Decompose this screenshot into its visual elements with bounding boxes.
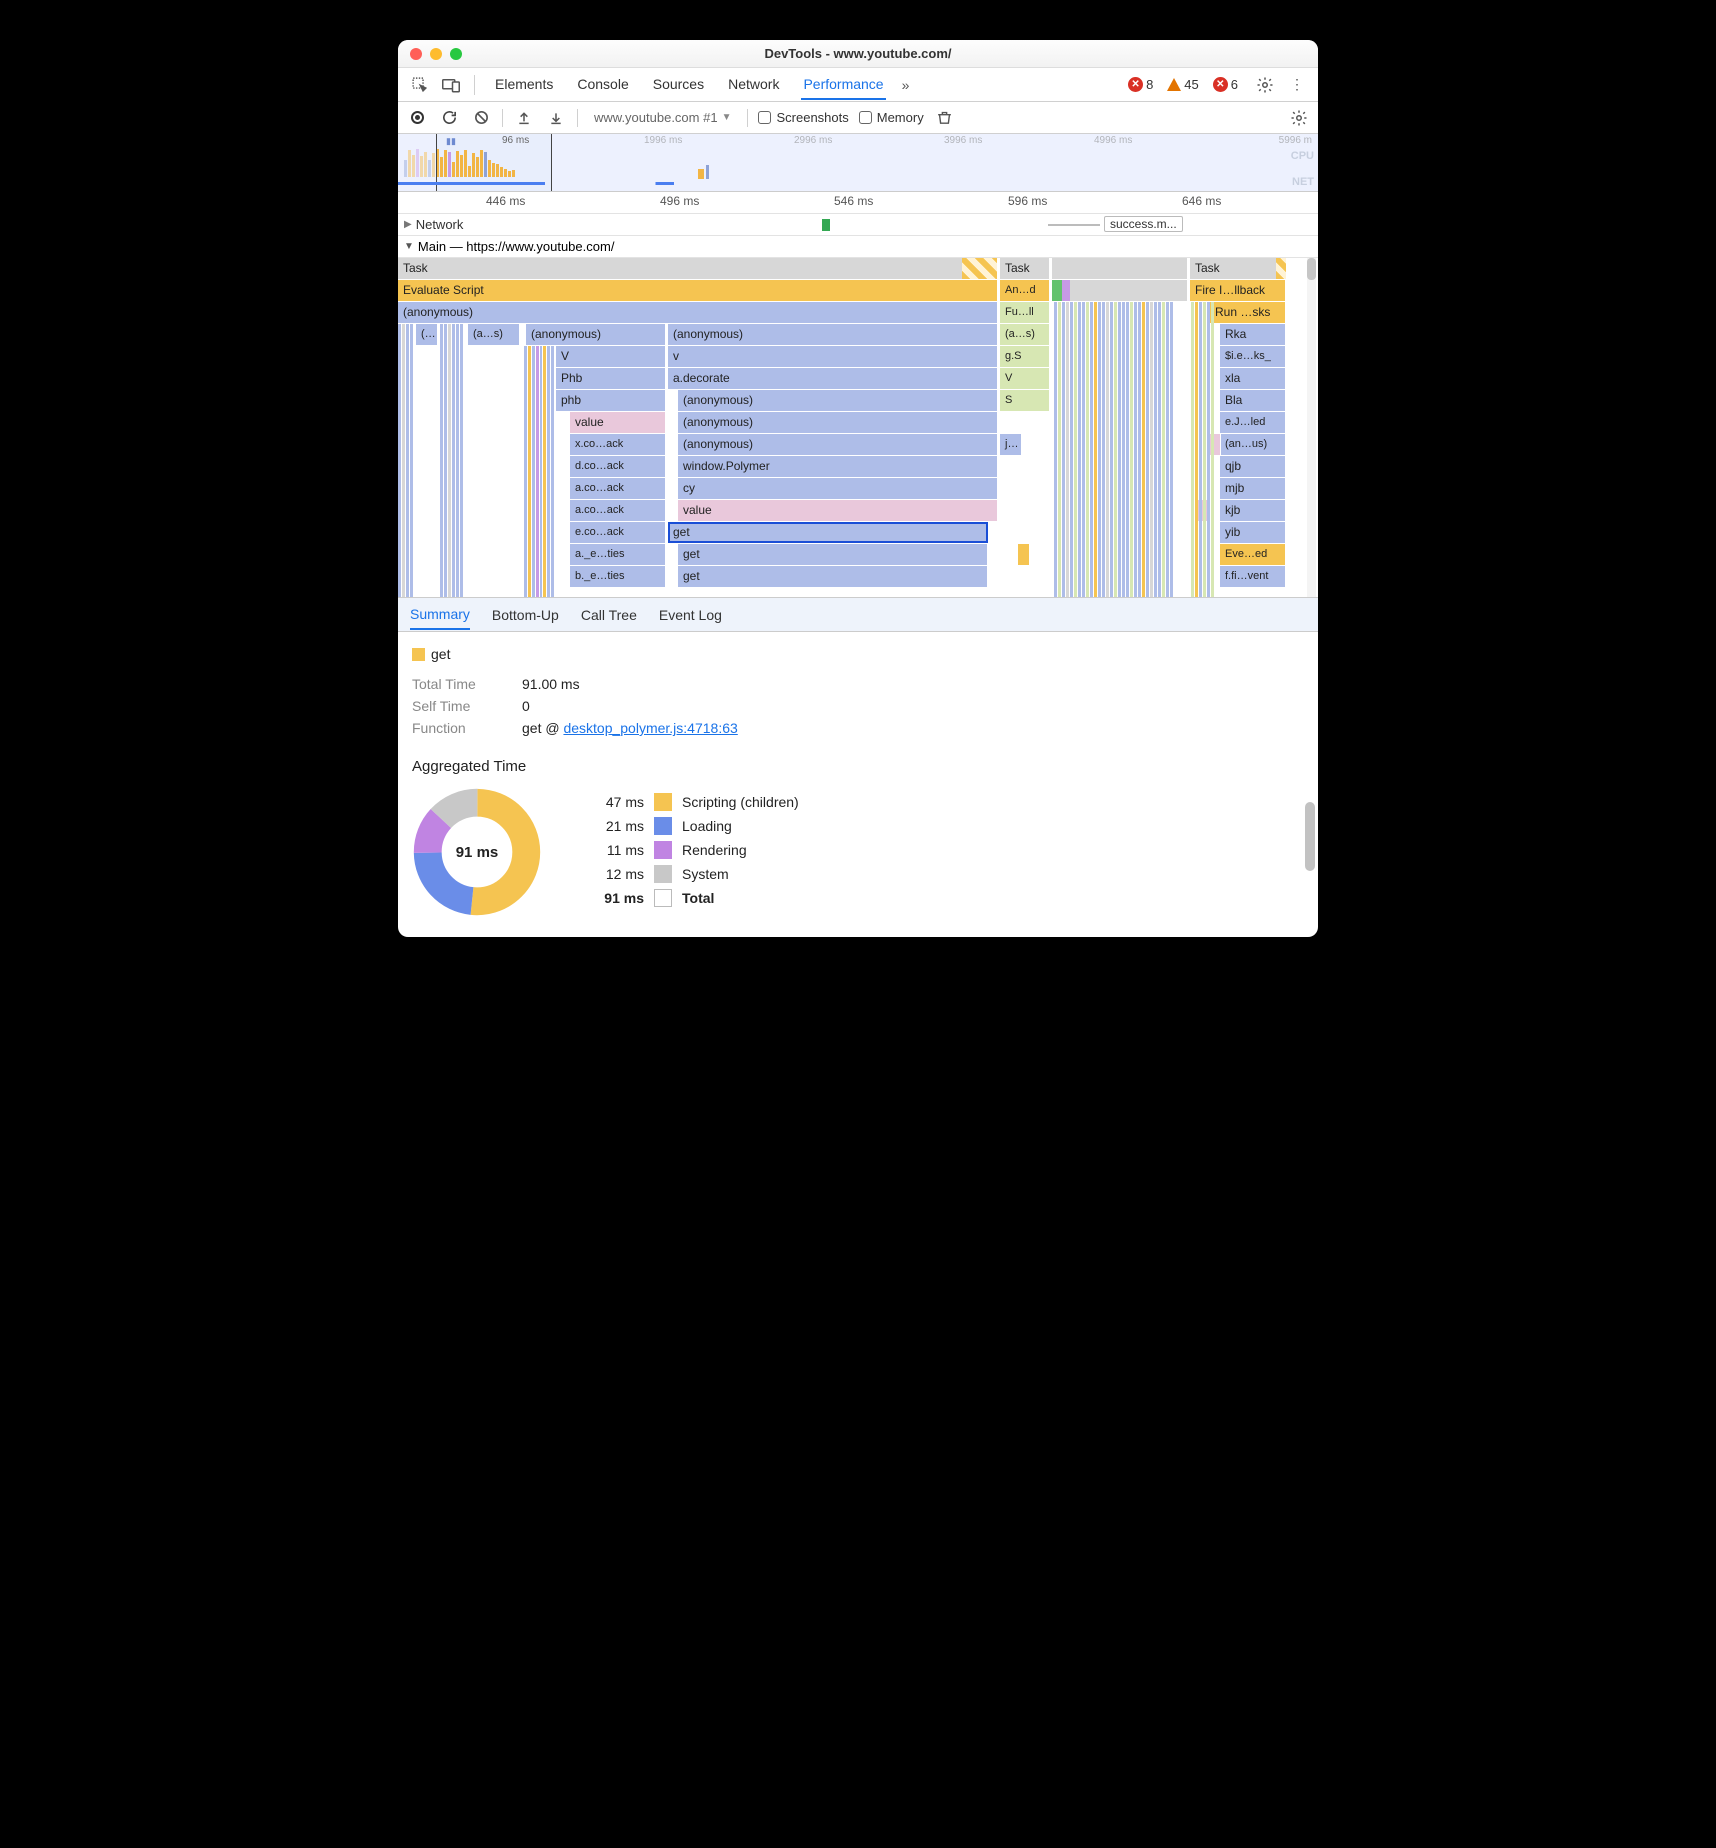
tab-event-log[interactable]: Event Log [659,601,722,629]
warning-badge[interactable]: 45 [1167,77,1198,92]
upload-icon[interactable] [513,107,535,129]
total-time: 91.00 ms [522,676,580,692]
devtools-window: DevTools - www.youtube.com/ Elements Con… [398,40,1318,937]
net-strip [398,182,1318,185]
tab-network[interactable]: Network [726,70,781,100]
aggregated-legend: 47 msScripting (children) 21 msLoading 11 … [592,787,799,913]
legend-row: 11 msRendering [592,841,799,859]
tab-console[interactable]: Console [575,70,630,100]
settings-icon[interactable] [1252,72,1278,98]
tab-bottom-up[interactable]: Bottom-Up [492,601,559,629]
more-tabs-icon[interactable]: » [902,77,910,93]
maximize-icon[interactable] [450,48,462,60]
task-bar[interactable]: Task [1190,258,1286,279]
summary-panel: get Total Time91.00 ms Self Time0 Functi… [398,632,1318,937]
screenshots-checkbox[interactable]: Screenshots [758,110,848,125]
target-selector[interactable]: www.youtube.com #1▼ [588,108,737,127]
donut-center-label: 91 ms [412,787,542,917]
clear-icon[interactable] [470,107,492,129]
expand-icon[interactable]: ▶ [404,219,412,230]
network-request[interactable] [822,219,830,231]
function-source-link[interactable]: desktop_polymer.js:4718:63 [563,720,737,736]
selected-name: get [431,646,450,662]
tab-call-tree[interactable]: Call Tree [581,601,637,629]
anonymous-fn[interactable]: (anonymous) [398,302,998,323]
main-thread-header[interactable]: ▼ Main — https://www.youtube.com/ [398,236,1318,258]
overview-timeline[interactable]: 96 ms 1996 ms 2996 ms 3996 ms 4996 ms 59… [398,134,1318,192]
inspect-icon[interactable] [406,72,432,98]
tab-elements[interactable]: Elements [493,70,555,100]
panel-tabs: Elements Console Sources Network Perform… [493,70,886,100]
collapse-icon[interactable]: ▼ [404,241,414,252]
chevron-down-icon: ▼ [722,112,732,123]
legend-swatch-icon [654,889,672,907]
network-lane[interactable]: ▶ Network success.m... [398,214,1318,236]
aggregated-time-title: Aggregated Time [412,758,1304,775]
window-title: DevTools - www.youtube.com/ [398,46,1318,61]
perf-settings-icon[interactable] [1288,107,1310,129]
device-toggle-icon[interactable] [438,72,464,98]
self-time: 0 [522,698,530,714]
scrollbar[interactable] [1305,802,1315,917]
detail-tabs: Summary Bottom-Up Call Tree Event Log [398,598,1318,632]
window-titlebar: DevTools - www.youtube.com/ [398,40,1318,68]
flame-chart[interactable]: Task Task Task Evaluate Script An…d Fire… [398,258,1318,598]
aggregated-donut-chart: 91 ms [412,787,542,917]
kebab-icon[interactable]: ⋮ [1284,72,1310,98]
gc-icon[interactable] [934,107,956,129]
task-bar[interactable]: Task [1000,258,1050,279]
legend-row: 47 msScripting (children) [592,793,799,811]
legend-swatch-icon [654,817,672,835]
time-ruler[interactable]: 446 ms 496 ms 546 ms 596 ms 646 ms [398,192,1318,214]
record-icon[interactable] [406,107,428,129]
minimize-icon[interactable] [430,48,442,60]
scripting-swatch-icon [412,648,425,661]
legend-row: 91 msTotal [592,889,799,907]
tab-performance[interactable]: Performance [801,70,885,100]
reload-icon[interactable] [438,107,460,129]
legend-swatch-icon [654,865,672,883]
task-bar[interactable]: Task [398,258,998,279]
legend-row: 12 msSystem [592,865,799,883]
memory-checkbox[interactable]: Memory [859,110,924,125]
close-icon[interactable] [410,48,422,60]
error-badge[interactable]: ✕8 [1128,77,1153,92]
traffic-lights [398,48,462,60]
tab-sources[interactable]: Sources [651,70,706,100]
selected-frame[interactable]: get [668,522,988,543]
xerror-badge[interactable]: ✕6 [1213,77,1238,92]
devtools-tabbar: Elements Console Sources Network Perform… [398,68,1318,102]
perf-toolbar: www.youtube.com #1▼ Screenshots Memory [398,102,1318,134]
download-icon[interactable] [545,107,567,129]
network-request-label[interactable]: success.m... [1104,216,1183,232]
evaluate-script[interactable]: Evaluate Script [398,280,998,301]
tab-summary[interactable]: Summary [410,600,470,630]
legend-row: 21 msLoading [592,817,799,835]
legend-swatch-icon [654,793,672,811]
legend-swatch-icon [654,841,672,859]
